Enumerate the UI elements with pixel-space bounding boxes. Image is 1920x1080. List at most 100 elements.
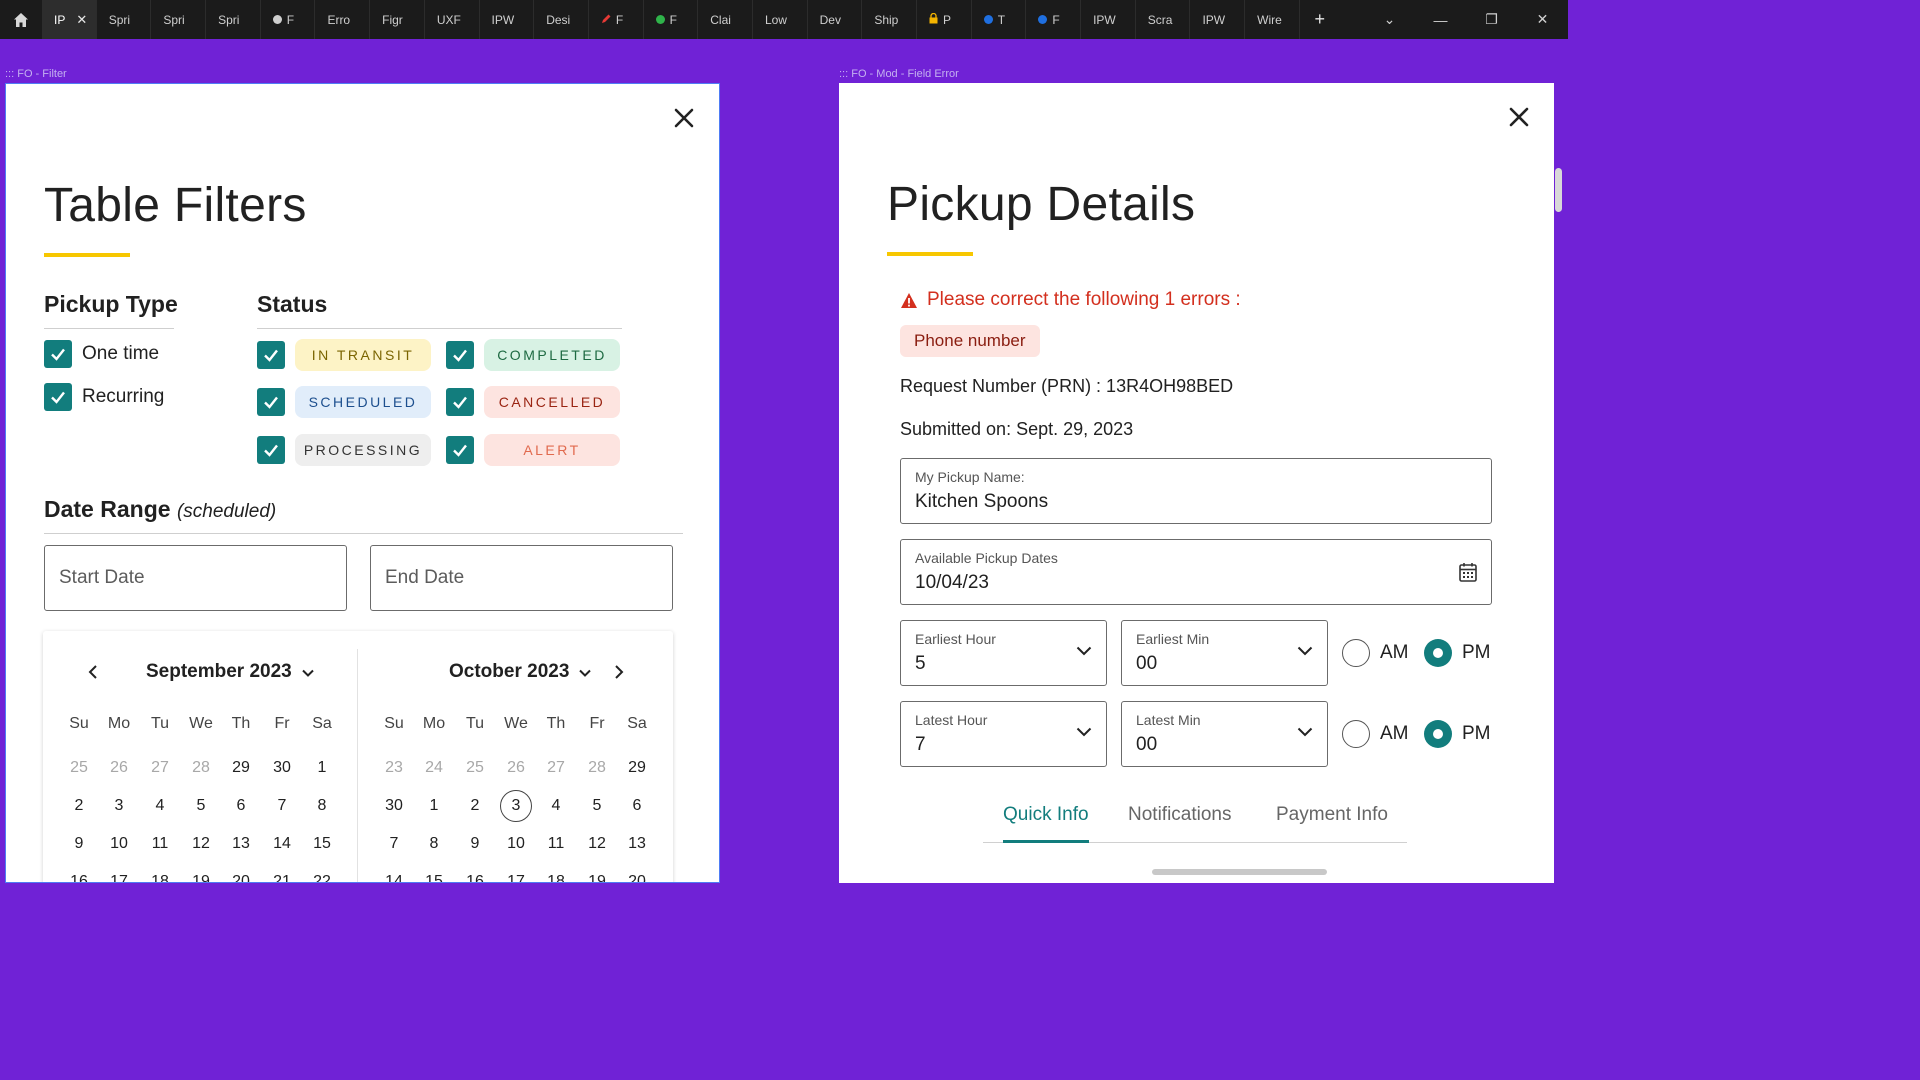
browser-tab[interactable]: Scra [1136,0,1191,39]
status-checkbox[interactable] [257,436,285,464]
calendar-day[interactable]: 6 [221,797,261,815]
browser-tab[interactable]: Erro [315,0,371,39]
calendar-day[interactable]: 17 [496,873,536,882]
calendar-day[interactable]: 8 [302,797,342,815]
calendar-day[interactable]: 4 [536,797,576,815]
calendar-day[interactable]: 16 [59,873,99,882]
calendar-day[interactable]: 11 [536,835,576,853]
browser-tab[interactable]: Ship [862,0,917,39]
status-checkbox[interactable] [257,388,285,416]
calendar-day[interactable]: 26 [99,759,139,777]
calendar-day[interactable]: 21 [262,873,302,882]
calendar-day[interactable]: 16 [455,873,495,882]
browser-tab[interactable]: P [917,0,972,39]
browser-tab[interactable]: F [1026,0,1082,39]
browser-tab[interactable]: UXF [425,0,480,39]
calendar-month-title[interactable]: October 2023 [449,661,592,683]
calendar-day[interactable]: 10 [99,835,139,853]
calendar-day[interactable]: 15 [414,873,454,882]
calendar-day[interactable]: 28 [181,759,221,777]
calendar-day[interactable]: 2 [59,797,99,815]
horizontal-scrollbar[interactable] [1152,869,1327,875]
browser-tab[interactable]: F [644,0,699,39]
earliest-am-radio[interactable] [1342,639,1370,667]
checkbox-one-time[interactable] [44,340,72,368]
calendar-day[interactable]: 9 [59,835,99,853]
browser-tab[interactable]: Low [753,0,808,39]
checkbox-recurring[interactable] [44,383,72,411]
tab-overflow-chevron-icon[interactable]: ⌄ [1364,11,1415,28]
calendar-day[interactable]: 14 [374,873,414,882]
close-icon[interactable] [671,106,697,132]
calendar-day[interactable]: 14 [262,835,302,853]
calendar-day[interactable]: 26 [496,759,536,777]
calendar-day[interactable]: 7 [374,835,414,853]
latest-hour-select[interactable]: Latest Hour 7 [900,701,1107,767]
browser-tab[interactable]: Desi [534,0,589,39]
start-date-input[interactable]: Start Date [44,545,347,611]
calendar-day[interactable]: 19 [181,873,221,882]
calendar-day[interactable]: 19 [577,873,617,882]
earliest-min-select[interactable]: Earliest Min 00 [1121,620,1328,686]
calendar-day[interactable]: 18 [140,873,180,882]
calendar-day[interactable]: 25 [59,759,99,777]
status-checkbox[interactable] [257,341,285,369]
calendar-day[interactable]: 3 [496,797,536,815]
calendar-day[interactable]: 12 [181,835,221,853]
calendar-day[interactable]: 13 [617,835,657,853]
browser-tab[interactable]: IP ✕ [42,0,97,39]
calendar-day[interactable]: 30 [374,797,414,815]
browser-tab[interactable]: Dev [808,0,863,39]
browser-tab[interactable]: Spri [97,0,152,39]
status-checkbox[interactable] [446,436,474,464]
calendar-day[interactable]: 27 [536,759,576,777]
calendar-day[interactable]: 12 [577,835,617,853]
calendar-day[interactable]: 5 [181,797,221,815]
calendar-day[interactable]: 27 [140,759,180,777]
calendar-day[interactable]: 1 [302,759,342,777]
calendar-day[interactable]: 3 [99,797,139,815]
close-tab-icon[interactable]: ✕ [76,12,87,28]
calendar-day[interactable]: 23 [374,759,414,777]
close-window-button[interactable]: ✕ [1517,11,1568,28]
home-icon[interactable] [0,0,42,39]
latest-min-select[interactable]: Latest Min 00 [1121,701,1328,767]
earliest-pm-radio[interactable] [1424,639,1452,667]
calendar-day[interactable]: 11 [140,835,180,853]
calendar-day[interactable]: 20 [617,873,657,882]
close-icon[interactable] [1506,105,1532,131]
calendar-icon[interactable] [1459,562,1477,587]
status-checkbox[interactable] [446,388,474,416]
calendar-day[interactable]: 6 [617,797,657,815]
browser-tab[interactable]: F [261,0,316,39]
calendar-day[interactable]: 22 [302,873,342,882]
calendar-day[interactable]: 9 [455,835,495,853]
calendar-day[interactable]: 7 [262,797,302,815]
calendar-month-title[interactable]: September 2023 [146,661,314,683]
calendar-day[interactable]: 25 [455,759,495,777]
browser-tab[interactable]: Wire [1245,0,1300,39]
calendar-day[interactable]: 1 [414,797,454,815]
restore-button[interactable]: ❐ [1466,11,1517,28]
vertical-scrollbar[interactable] [1555,168,1562,212]
calendar-day[interactable]: 29 [617,759,657,777]
calendar-day[interactable]: 20 [221,873,261,882]
calendar-day[interactable]: 2 [455,797,495,815]
calendar-day[interactable]: 24 [414,759,454,777]
browser-tab[interactable]: Figr [370,0,425,39]
browser-tab[interactable]: IPW [1081,0,1136,39]
calendar-day[interactable]: 4 [140,797,180,815]
latest-pm-radio[interactable] [1424,720,1452,748]
status-checkbox[interactable] [446,341,474,369]
calendar-day[interactable]: 18 [536,873,576,882]
calendar-day[interactable]: 15 [302,835,342,853]
tab-notifications[interactable]: Notifications [1128,804,1232,826]
tab-quick-info[interactable]: Quick Info [1003,804,1089,826]
calendar-day[interactable]: 28 [577,759,617,777]
latest-am-radio[interactable] [1342,720,1370,748]
available-pickup-dates-field[interactable]: Available Pickup Dates 10/04/23 [900,539,1492,605]
earliest-hour-select[interactable]: Earliest Hour 5 [900,620,1107,686]
minimize-button[interactable]: — [1415,12,1466,28]
calendar-day[interactable]: 10 [496,835,536,853]
calendar-day[interactable]: 17 [99,873,139,882]
